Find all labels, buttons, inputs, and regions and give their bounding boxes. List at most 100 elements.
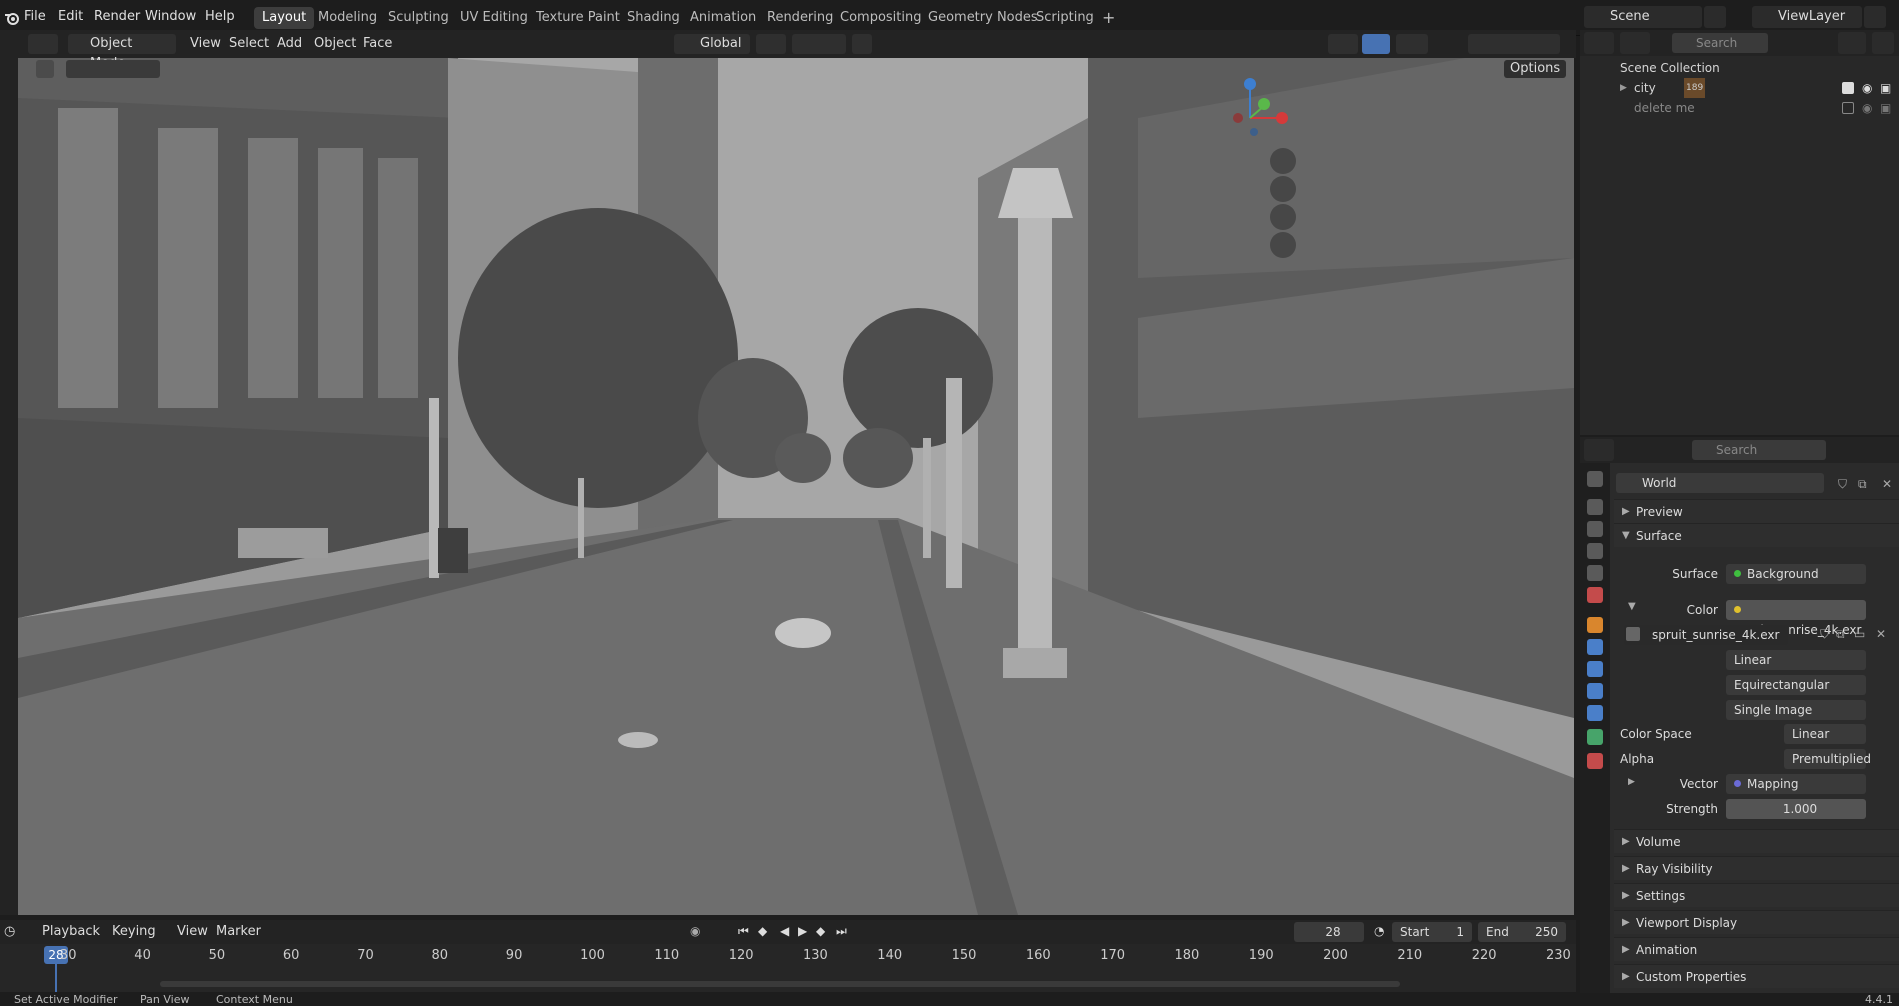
timeline-scrollbar[interactable] (160, 981, 1400, 987)
panel-ray-visibility[interactable]: ▶ Ray Visibility (1614, 856, 1899, 880)
output-tab-icon[interactable] (1587, 521, 1603, 537)
scene-selector[interactable]: Scene (1584, 6, 1702, 28)
menu-keying[interactable]: Keying (112, 924, 156, 939)
options-button[interactable]: Options (1504, 60, 1567, 78)
jump-end-icon[interactable]: ⏭ (836, 924, 847, 939)
view-layer-tab-icon[interactable] (1587, 543, 1603, 559)
overlays-icon[interactable] (1396, 34, 1428, 54)
shading-modes-icon[interactable] (1468, 34, 1560, 54)
duplicate-world-icon[interactable]: ⧉ (1858, 477, 1867, 492)
filter-icon[interactable] (1838, 32, 1866, 54)
panel-animation[interactable]: ▶ Animation (1614, 937, 1899, 961)
stopwatch-icon[interactable]: ◔ (1374, 924, 1384, 938)
add-workspace-icon[interactable]: + (1094, 7, 1123, 29)
gizmo-toggle-icon[interactable] (1362, 34, 1390, 54)
properties-search-input[interactable]: Search (1692, 440, 1826, 460)
menu-marker[interactable]: Marker (216, 924, 261, 939)
current-frame-field[interactable]: 28 (1294, 922, 1364, 942)
unlink-image-icon[interactable]: ✕ (1876, 627, 1886, 641)
menu-help[interactable]: Help (205, 9, 235, 24)
modifier-tab-icon[interactable] (1587, 639, 1603, 655)
tab-rendering[interactable]: Rendering (759, 7, 841, 29)
new-collection-icon[interactable] (1872, 32, 1894, 54)
timeline-area[interactable]: 28 30 40 50 60 70 80 90 100 110 120 130 140 150 160 17… (0, 944, 1576, 992)
expand-icon[interactable]: ▶ (1620, 78, 1627, 98)
checkbox-icon[interactable] (1842, 102, 1854, 114)
3d-viewport[interactable] (18, 58, 1574, 915)
camera-render-icon[interactable]: ▣ (1880, 78, 1891, 98)
orthographic-grid-icon[interactable] (1270, 232, 1296, 258)
physics-tab-icon[interactable] (1587, 683, 1603, 699)
proportional-editing-icon[interactable] (852, 34, 872, 54)
open-folder-icon[interactable]: ▭ (1854, 627, 1865, 641)
editor-type-icon[interactable] (28, 34, 58, 54)
eye-icon[interactable]: ◉ (1862, 98, 1872, 118)
alpha-dropdown[interactable]: Premultiplied (1784, 749, 1871, 769)
expand-vector-icon[interactable]: ▶ (1628, 777, 1635, 787)
menu-object[interactable]: Object (314, 36, 356, 51)
transform-orientation-selector[interactable]: Global (674, 34, 750, 54)
pivot-point-icon[interactable] (756, 34, 786, 54)
interpolation-dropdown[interactable]: Linear (1726, 650, 1866, 670)
panel-volume[interactable]: ▶ Volume (1614, 829, 1899, 853)
image-datablock-field[interactable]: spruit_sunrise_4k.exr (1624, 625, 1788, 645)
end-frame-field[interactable]: End 250 (1478, 922, 1566, 942)
outliner-editor-type-icon[interactable] (1584, 32, 1614, 54)
outliner-item-city[interactable]: ▶ city 189 ◉ ▣ (1580, 78, 1899, 98)
prev-keyframe-icon[interactable]: ◆ (758, 924, 767, 938)
mode-selector[interactable]: Object Mode (68, 34, 176, 71)
tab-shading[interactable]: Shading (619, 7, 688, 29)
navigation-gizmo[interactable] (1230, 74, 1292, 136)
menu-edit[interactable]: Edit (58, 9, 83, 24)
color-input-field[interactable]: spruit_sunrise_4k.exr (1726, 600, 1866, 637)
world-selector[interactable]: World (1616, 473, 1824, 493)
tab-layout[interactable]: Layout (254, 7, 315, 29)
panel-custom-properties[interactable]: ▶ Custom Properties (1614, 964, 1899, 988)
panel-settings[interactable]: ▶ Settings (1614, 883, 1899, 907)
surface-shader-field[interactable]: Background (1726, 564, 1866, 584)
collapse-chevron-icon[interactable]: ▼ (1628, 601, 1636, 612)
menu-window[interactable]: Window (145, 9, 196, 24)
visibility-icon[interactable] (1328, 34, 1358, 54)
particles-tab-icon[interactable] (1587, 661, 1603, 677)
pan-hand-icon[interactable] (1270, 176, 1296, 202)
select-box-tool-icon[interactable] (36, 60, 54, 78)
display-mode-icon[interactable] (1620, 32, 1650, 54)
fake-user-image-icon[interactable]: ⛉ (1820, 627, 1829, 642)
image-browse-icon[interactable] (1626, 627, 1640, 641)
play-icon[interactable]: ▶ (798, 924, 807, 938)
view-layer-selector[interactable]: ViewLayer (1752, 6, 1862, 28)
strength-slider[interactable]: 1.000 (1726, 799, 1866, 819)
tool-tab-icon[interactable] (1587, 471, 1603, 487)
tab-animation[interactable]: Animation (682, 7, 764, 29)
play-reverse-icon[interactable]: ◀ (780, 924, 789, 938)
tab-sculpting[interactable]: Sculpting (380, 7, 457, 29)
record-icon[interactable]: ◉ (690, 924, 700, 938)
tab-scripting[interactable]: Scripting (1028, 7, 1102, 29)
start-frame-field[interactable]: Start 1 (1392, 922, 1472, 942)
menu-timeline-view[interactable]: View (177, 924, 208, 939)
outliner-item-delete-me[interactable]: delete me ◉ ▣ (1580, 98, 1899, 118)
properties-editor-type-icon[interactable] (1584, 439, 1614, 461)
close-icon[interactable]: ✕ (1882, 477, 1892, 491)
menu-add[interactable]: Add (277, 36, 302, 51)
material-tab-icon[interactable] (1587, 753, 1603, 769)
snapping-icon[interactable] (792, 34, 846, 54)
outliner-search-input[interactable]: Search (1672, 33, 1768, 53)
scene-tab-icon[interactable] (1587, 565, 1603, 581)
projection-dropdown[interactable]: Equirectangular (1726, 675, 1866, 695)
tab-geometry-nodes[interactable]: Geometry Nodes (920, 7, 1046, 29)
tab-texture-paint[interactable]: Texture Paint (528, 7, 628, 29)
tab-modeling[interactable]: Modeling (310, 7, 385, 29)
camera-view-icon[interactable] (1270, 204, 1296, 230)
render-tab-icon[interactable] (1587, 499, 1603, 515)
duplicate-image-icon[interactable]: ⧉ (1836, 627, 1845, 642)
world-tab-icon[interactable] (1587, 587, 1603, 603)
jump-start-icon[interactable]: ⏮ (738, 924, 749, 939)
panel-preview[interactable]: ▶ Preview (1614, 499, 1899, 523)
next-keyframe-icon[interactable]: ◆ (816, 924, 825, 938)
camera-render-icon[interactable]: ▣ (1880, 98, 1891, 118)
tab-compositing[interactable]: Compositing (832, 7, 930, 29)
menu-face[interactable]: Face (363, 36, 392, 51)
menu-select[interactable]: Select (229, 36, 269, 51)
